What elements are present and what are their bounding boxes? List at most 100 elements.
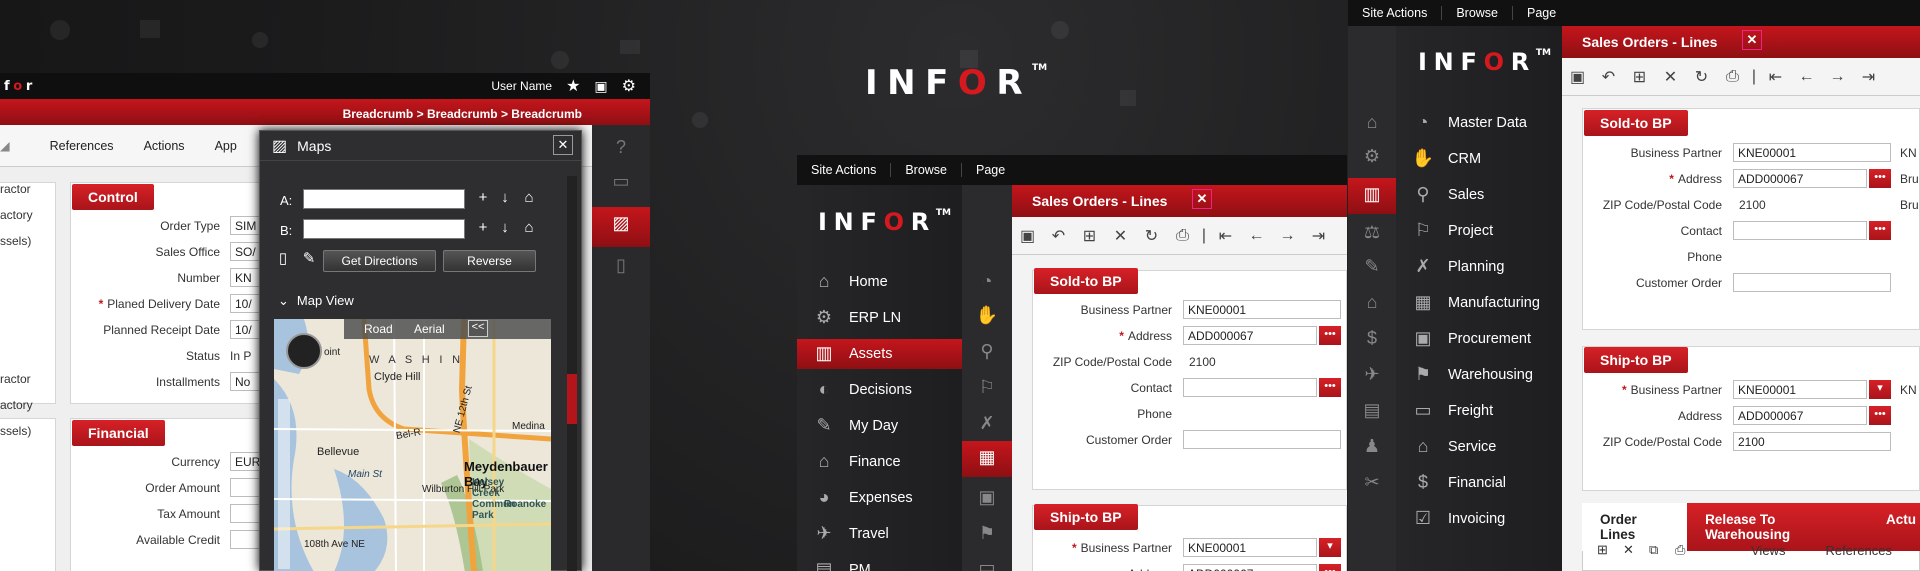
freight-icon[interactable]: ▭ [972, 557, 1002, 571]
tools-icon[interactable]: ✂ [1357, 472, 1387, 493]
menu-item-freight[interactable]: ▭ Freight [1396, 396, 1562, 426]
add-icon[interactable]: + [474, 219, 492, 236]
aerial-button[interactable]: Aerial [414, 322, 445, 336]
help-icon[interactable]: ? [604, 137, 638, 163]
lookup-button[interactable]: ••• [1869, 221, 1891, 240]
map-view[interactable]: Road Aerial << oint W A S H I N Clyde Hi… [274, 319, 551, 571]
save-icon[interactable]: ▣ [1562, 67, 1593, 87]
decisions-icon[interactable]: ⚖ [1357, 222, 1387, 243]
pan-control[interactable] [286, 333, 322, 369]
delete-icon[interactable]: ✕ [1105, 226, 1136, 246]
breadcrumb[interactable]: Breadcrumb > Breadcrumb > Breadcrumb [0, 99, 650, 125]
menu-item-finance[interactable]: ⌂ Finance [797, 447, 962, 477]
project-icon[interactable]: ⚐ [972, 377, 1002, 398]
field-input[interactable]: ADD000067 [1733, 406, 1867, 425]
menu-item-sales[interactable]: ⚲ Sales [1396, 180, 1562, 210]
field-input[interactable] [1183, 430, 1341, 449]
new-icon[interactable]: ⊞ [1624, 67, 1655, 87]
document-icon[interactable]: ▯ [274, 249, 292, 267]
print-icon[interactable]: ⎙ [1717, 68, 1748, 86]
field-input[interactable]: KNE00001 [1733, 143, 1891, 162]
browse-link[interactable]: Browse [1442, 6, 1514, 20]
field-input[interactable]: ADD000067 [1183, 564, 1317, 571]
travel-icon[interactable]: ✈ [1357, 364, 1387, 385]
copy-icon[interactable]: ⧉ [1649, 542, 1675, 558]
menu-item-decisions[interactable]: ◐ Decisions [797, 375, 962, 405]
road-button[interactable]: Road [364, 322, 393, 336]
map-icon[interactable]: ▨ [604, 213, 638, 239]
device-icon[interactable]: ▯ [604, 255, 638, 281]
pm-icon[interactable]: ▤ [1357, 400, 1387, 421]
crm-icon[interactable]: ✋ [972, 305, 1002, 326]
scroll-thumb[interactable] [567, 374, 577, 424]
menu-item-financial[interactable]: $ Financial [1396, 468, 1562, 498]
people-icon[interactable]: ♟ [1357, 436, 1387, 457]
menu-item-service[interactable]: ⌂ Service [1396, 432, 1562, 462]
zoom-slider[interactable] [278, 399, 290, 569]
first-icon[interactable]: ⇤ [1760, 67, 1791, 87]
field-input[interactable]: KNE00001 [1183, 300, 1341, 319]
field-input[interactable] [1733, 273, 1891, 292]
menu-item-expenses[interactable]: ◕ Expenses [797, 483, 962, 513]
dropdown-button[interactable]: ▾ [1319, 538, 1341, 557]
assets-icon[interactable]: ▥ [1357, 184, 1387, 205]
chart-icon[interactable]: ◔ [972, 271, 1002, 292]
planning-icon[interactable]: ✗ [972, 413, 1002, 434]
tab-actions[interactable]: Actions [144, 139, 185, 153]
menu-item-master-data[interactable]: ◔ Master Data [1396, 108, 1562, 138]
menu-item-project[interactable]: ⚐ Project [1396, 216, 1562, 246]
site-actions-link[interactable]: Site Actions [797, 163, 892, 177]
field-input[interactable]: KNE00001 [1733, 380, 1867, 399]
page-link[interactable]: Page [962, 163, 1019, 177]
menu-item-invoicing[interactable]: ☑ Invoicing [1396, 504, 1562, 534]
delete-icon[interactable]: ✕ [1655, 67, 1686, 87]
browse-link[interactable]: Browse [891, 163, 963, 177]
lookup-button[interactable]: ••• [1869, 406, 1891, 425]
save-icon[interactable]: ▣ [1012, 226, 1043, 246]
menu-item-home[interactable]: ⌂ Home [797, 267, 962, 297]
site-actions-link[interactable]: Site Actions [1348, 6, 1443, 20]
finance-icon[interactable]: ⌂ [1357, 292, 1387, 313]
address-b-input[interactable] [303, 219, 465, 239]
reverse-button[interactable]: Reverse [443, 250, 536, 272]
arrow-down-icon[interactable]: ↓ [496, 219, 514, 236]
home-icon[interactable]: ⌂ [520, 219, 538, 236]
close-icon[interactable]: ✕ [1192, 189, 1212, 209]
new-icon[interactable]: ⊞ [1597, 542, 1623, 558]
map-view-toggle[interactable]: ⌄ Map View [278, 293, 354, 309]
print-icon[interactable]: ⎙ [1167, 227, 1198, 245]
undo-icon[interactable]: ↶ [1043, 226, 1074, 246]
refresh-icon[interactable]: ↻ [1686, 67, 1717, 87]
dropdown-button[interactable]: ▾ [1869, 380, 1891, 399]
previous-icon[interactable]: ← [1791, 68, 1822, 86]
refresh-icon[interactable]: ↻ [1136, 226, 1167, 246]
user-name-menu[interactable]: User Name [491, 79, 552, 93]
home-icon[interactable]: ⌂ [1357, 112, 1387, 133]
next-icon[interactable]: → [1822, 68, 1853, 86]
warehousing-icon[interactable]: ⚑ [972, 523, 1002, 544]
tab-app[interactable]: App [215, 139, 237, 153]
print-icon[interactable]: ⎙ [1675, 542, 1701, 558]
lookup-button[interactable]: ••• [1319, 326, 1341, 345]
expenses-icon[interactable]: $ [1357, 328, 1387, 349]
menu-item-crm[interactable]: ✋ CRM [1396, 144, 1562, 174]
display-icon[interactable]: ▣ [594, 78, 607, 95]
lookup-button[interactable]: ••• [1319, 378, 1341, 397]
menu-item-procurement[interactable]: ▣ Procurement [1396, 324, 1562, 354]
pin-icon[interactable]: ✎ [300, 249, 318, 267]
menu-item-pm[interactable]: ▤ PM [797, 555, 962, 571]
add-icon[interactable]: + [474, 189, 492, 206]
last-icon[interactable]: ⇥ [1853, 67, 1884, 87]
sales-icon[interactable]: ⚲ [972, 341, 1002, 362]
menu-item-warehousing[interactable]: ⚑ Warehousing [1396, 360, 1562, 390]
address-a-input[interactable] [303, 189, 465, 209]
arrow-down-icon[interactable]: ↓ [496, 189, 514, 206]
manufacturing-icon[interactable]: ▦ [972, 447, 1002, 468]
references-menu[interactable]: References [1825, 543, 1891, 558]
field-input[interactable]: ADD000067 [1733, 169, 1867, 188]
menu-item-travel[interactable]: ✈ Travel [797, 519, 962, 549]
gear-icon[interactable]: ⚙ [622, 76, 636, 96]
tab-references[interactable]: References [50, 139, 114, 153]
get-directions-button[interactable]: Get Directions [323, 250, 436, 272]
chat-icon[interactable]: ▭ [604, 171, 638, 197]
